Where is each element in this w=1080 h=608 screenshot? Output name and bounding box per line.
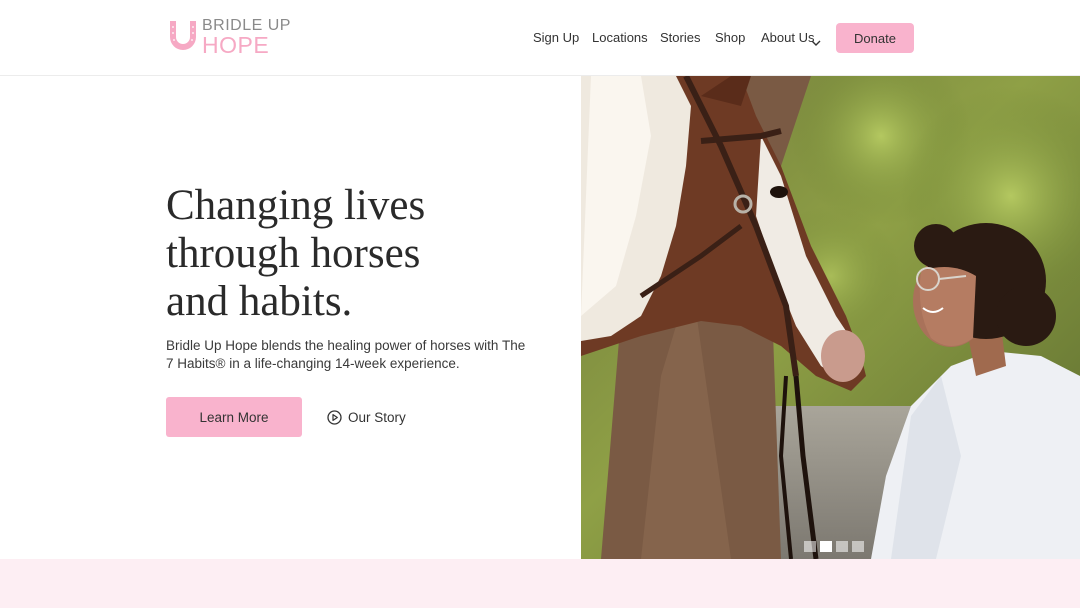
our-story-label: Our Story: [348, 409, 406, 425]
next-section-band: [0, 559, 1080, 608]
donate-button[interactable]: Donate: [836, 23, 914, 53]
site-header: BRIDLE UP HOPE Sign Up Locations Stories…: [0, 0, 1080, 76]
nav-item-about-us[interactable]: About Us: [761, 30, 814, 45]
hero-title: Changing lives through horses and habits…: [166, 182, 546, 326]
hero-title-line: and habits.: [166, 278, 353, 325]
woman-with-horse-image: [581, 76, 1080, 559]
hero-title-line: through horses: [166, 230, 421, 277]
carousel-dot[interactable]: [804, 541, 816, 552]
learn-more-button[interactable]: Learn More: [166, 397, 302, 437]
our-story-button[interactable]: Our Story: [327, 407, 406, 427]
carousel-dot[interactable]: [836, 541, 848, 552]
nav-item-locations[interactable]: Locations: [592, 30, 648, 45]
nav-item-shop[interactable]: Shop: [715, 30, 745, 45]
hero-image: [581, 76, 1080, 559]
carousel-dot[interactable]: [852, 541, 864, 552]
carousel-indicators: [804, 541, 864, 552]
play-circle-icon: [327, 409, 342, 425]
hero-subtitle: Bridle Up Hope blends the healing power …: [166, 338, 526, 371]
carousel-dot-active[interactable]: [820, 541, 832, 552]
hero-title-line: Changing lives: [166, 182, 426, 229]
nav-item-stories[interactable]: Stories: [660, 30, 700, 45]
chevron-down-icon[interactable]: [811, 34, 821, 52]
nav-item-sign-up[interactable]: Sign Up: [533, 30, 579, 45]
main-nav: Sign Up Locations Stories Shop About Us …: [0, 0, 1080, 76]
